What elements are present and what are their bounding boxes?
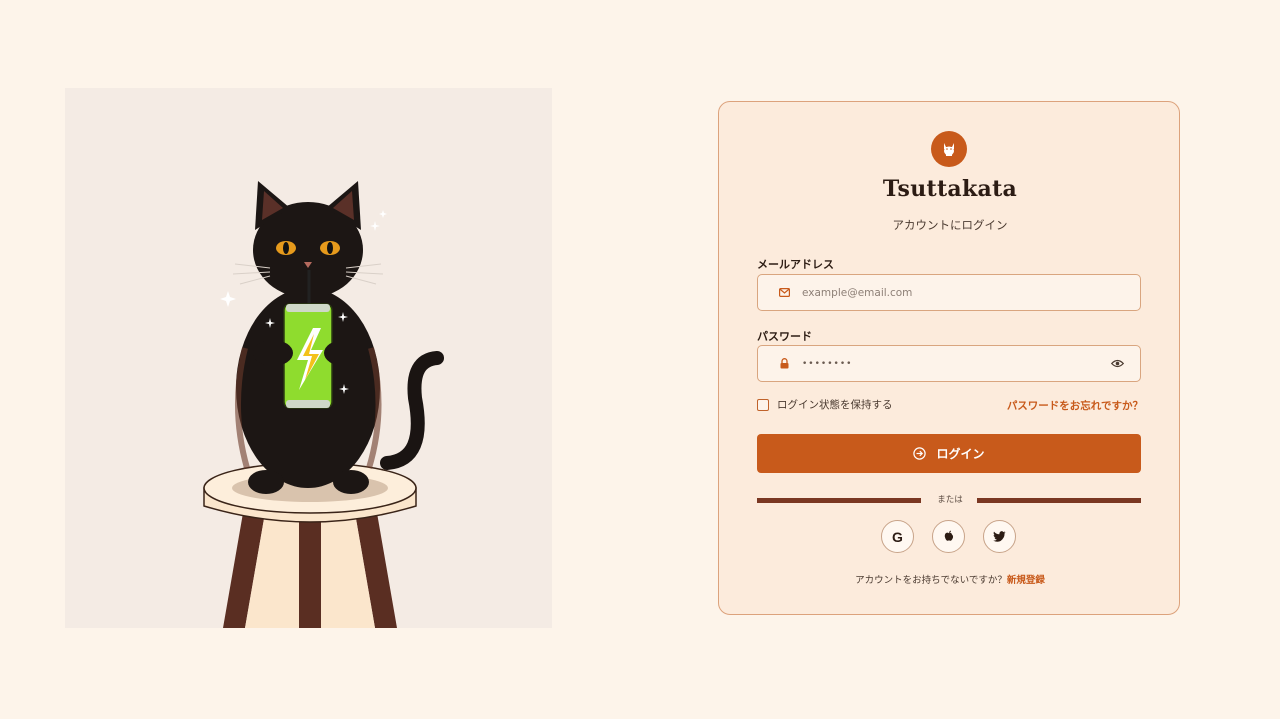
- login-button-label: ログイン: [936, 447, 985, 461]
- signup-prompt: アカウントをお持ちでないですか？新規登録: [719, 572, 1181, 586]
- cat-icon: [931, 131, 967, 167]
- google-login-button[interactable]: G: [881, 520, 914, 553]
- cat-illustration: [65, 88, 552, 628]
- apple-icon: [944, 527, 954, 546]
- signup-prompt-text: アカウントをお持ちでないですか？: [855, 575, 1007, 586]
- eye-icon[interactable]: [1108, 355, 1126, 373]
- password-label: パスワード: [757, 330, 812, 343]
- email-label: メールアドレス: [757, 258, 834, 271]
- checkbox-box[interactable]: [757, 398, 769, 411]
- password-field-container: [757, 345, 1141, 382]
- twitter-login-button[interactable]: [983, 520, 1016, 553]
- login-card: Tsuttakata アカウントにログイン メールアドレス パスワード: [718, 101, 1180, 615]
- twitter-icon: [993, 527, 1006, 546]
- brand-name: Tsuttakata: [882, 176, 1018, 202]
- divider-line-right: [977, 498, 1141, 503]
- signup-link[interactable]: 新規登録: [1007, 575, 1045, 586]
- password-input[interactable]: [793, 346, 1108, 381]
- email-input[interactable]: [793, 275, 1140, 310]
- email-field-container: [757, 274, 1141, 311]
- forgot-password-link[interactable]: パスワードをお忘れですか？: [1007, 398, 1143, 413]
- remember-me-label: ログイン状態を保持する: [777, 399, 893, 411]
- lock-icon: [775, 355, 793, 373]
- login-button[interactable]: ログイン: [757, 434, 1141, 473]
- login-subtitle: アカウントにログイン: [892, 218, 1008, 232]
- apple-login-button[interactable]: [932, 520, 965, 553]
- remember-me-checkbox[interactable]: ログイン状態を保持する: [757, 397, 893, 412]
- arrow-right-circle-icon: [913, 446, 927, 461]
- login-page: Tsuttakata アカウントにログイン メールアドレス パスワード: [0, 0, 1280, 719]
- google-icon: G: [892, 528, 903, 545]
- mail-icon: [775, 284, 793, 302]
